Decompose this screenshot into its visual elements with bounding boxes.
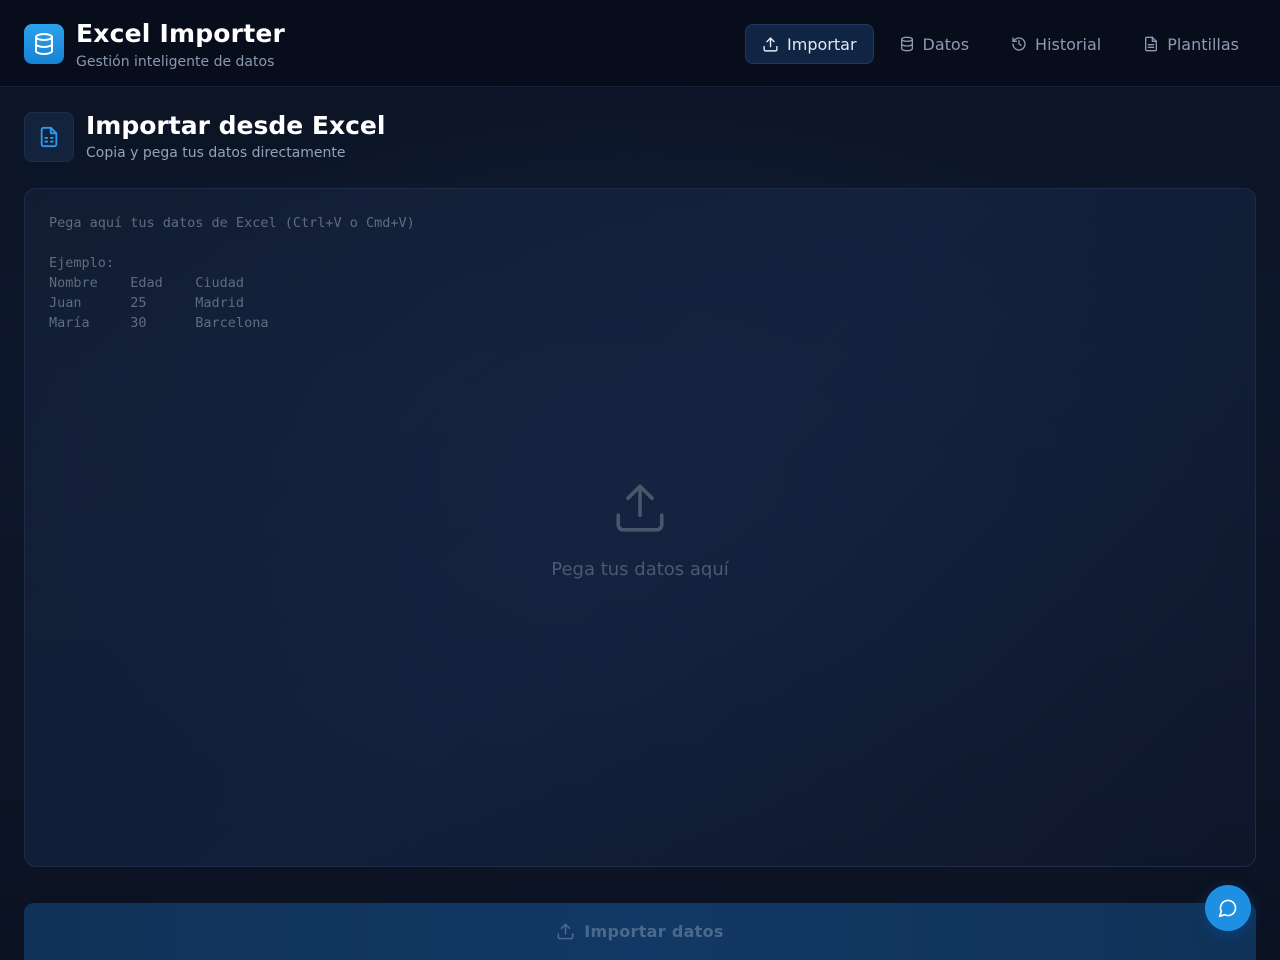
upload-icon [763,36,778,52]
database-icon [900,36,913,52]
import-button-label: Importar datos [584,922,724,941]
nav-item-label: Importar [787,34,857,54]
upload-icon [616,484,664,532]
nav-item-plantillas[interactable]: Plantillas [1126,24,1256,64]
nav-item-importar[interactable]: Importar [745,24,874,64]
history-icon [1012,37,1026,51]
drop-hint-text: Pega tus datos aquí [551,559,729,580]
database-icon [24,24,64,64]
nav-item-datos[interactable]: Datos [882,24,987,64]
app-subtitle: Gestión inteligente de datos [76,54,275,70]
page-title: Importar desde Excel [86,111,386,140]
page-subtitle: Copia y pega tus datos directamente [86,145,346,161]
drop-hint: Pega tus datos aquí [25,479,1255,580]
file-text-icon [1145,36,1158,52]
nav-item-historial[interactable]: Historial [994,24,1118,64]
nav-item-label: Plantillas [1167,34,1239,54]
section-header: Importar desde Excel Copia y pega tus da… [24,111,386,162]
import-data-button[interactable]: Importar datos [24,903,1256,960]
spreadsheet-icon [24,112,74,162]
chat-icon [1218,899,1237,918]
app-title: Excel Importer [76,19,286,48]
main-nav: Importar Datos Historial Plantillas [737,24,1256,64]
brand: Excel Importer Gestión inteligente de da… [24,19,285,71]
paste-textarea[interactable]: Pega aquí tus datos de Excel (Ctrl+V o C… [24,188,1256,867]
paste-placeholder: Pega aquí tus datos de Excel (Ctrl+V o C… [49,215,415,331]
nav-item-label: Datos [922,34,970,54]
nav-item-label: Historial [1035,34,1102,54]
chat-button[interactable] [1205,885,1251,931]
upload-icon [557,923,574,940]
app-header: Excel Importer Gestión inteligente de da… [0,0,1280,87]
